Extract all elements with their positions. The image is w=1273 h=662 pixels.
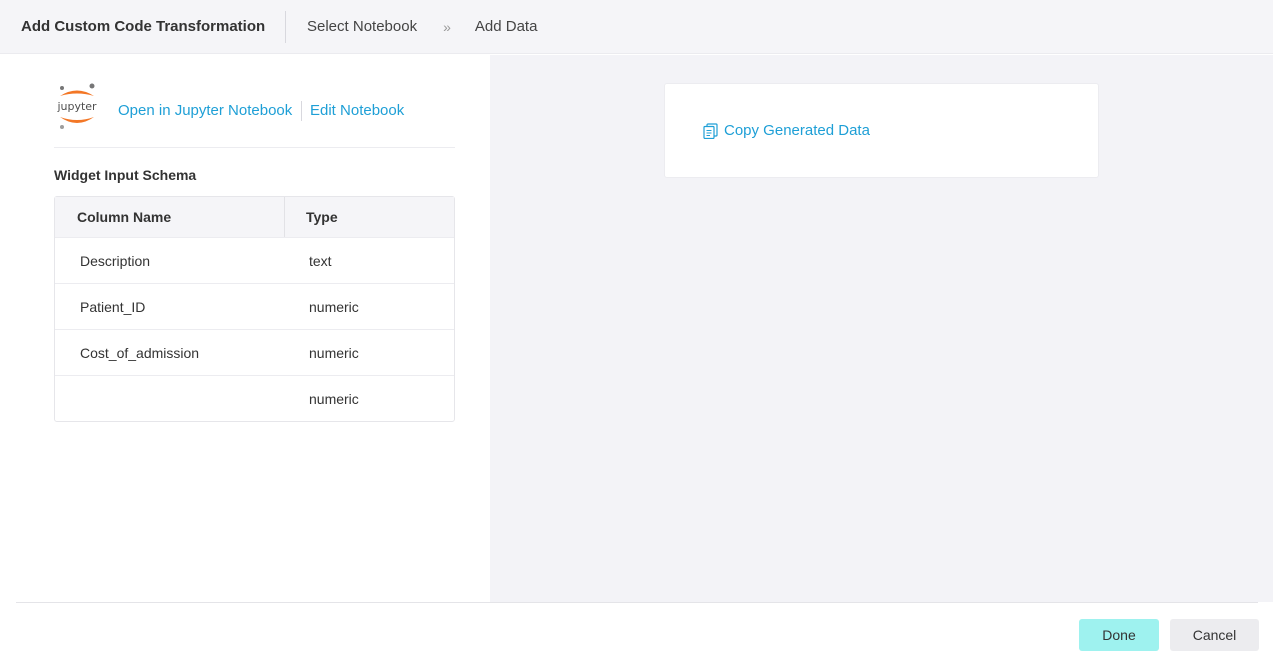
jupyter-logo-icon: jupyter (56, 83, 97, 129)
column-header-name: Column Name (55, 197, 285, 237)
copy-icon (703, 122, 718, 139)
jupyter-logo-text: jupyter (56, 100, 97, 113)
table-row: Cost_of_admission numeric (55, 329, 454, 375)
copy-generated-data-label: Copy Generated Data (724, 122, 870, 139)
dialog-title: Add Custom Code Transformation (0, 10, 286, 43)
left-pane: jupyter Open in Jupyter Notebook Edit No… (0, 55, 490, 602)
step-add-data[interactable]: Add Data (475, 18, 538, 35)
copy-generated-data-link[interactable]: Copy Generated Data (703, 122, 870, 139)
cell-type: numeric (309, 298, 359, 315)
cell-type: numeric (309, 390, 359, 407)
cell-column-name: Description (80, 252, 151, 269)
table-row: numeric (55, 375, 454, 421)
cancel-button[interactable]: Cancel (1170, 619, 1259, 651)
cell-type: text (309, 252, 332, 269)
dialog-header: Add Custom Code Transformation Select No… (0, 0, 1273, 54)
notebook-actions: jupyter Open in Jupyter Notebook Edit No… (54, 83, 455, 148)
cell-type: numeric (309, 344, 359, 361)
right-pane: Copy Generated Data (490, 55, 1273, 602)
step-select-notebook[interactable]: Select Notebook (307, 18, 417, 35)
table-header-row: Column Name Type (55, 197, 454, 237)
chevron-double-right-icon: » (443, 18, 451, 35)
column-header-type: Type (306, 209, 338, 225)
schema-table: Column Name Type Description text Patien… (54, 196, 455, 422)
done-button[interactable]: Done (1079, 619, 1159, 651)
footer-divider (16, 602, 1258, 603)
copy-data-card: Copy Generated Data (664, 83, 1099, 178)
cell-column-name: Cost_of_admission (80, 344, 200, 361)
cell-column-name: Patient_ID (80, 298, 146, 315)
open-in-jupyter-link[interactable]: Open in Jupyter Notebook (118, 101, 303, 121)
table-row: Description text (55, 237, 454, 283)
schema-title: Widget Input Schema (54, 167, 197, 183)
edit-notebook-link[interactable]: Edit Notebook (310, 101, 404, 121)
table-row: Patient_ID numeric (55, 283, 454, 329)
